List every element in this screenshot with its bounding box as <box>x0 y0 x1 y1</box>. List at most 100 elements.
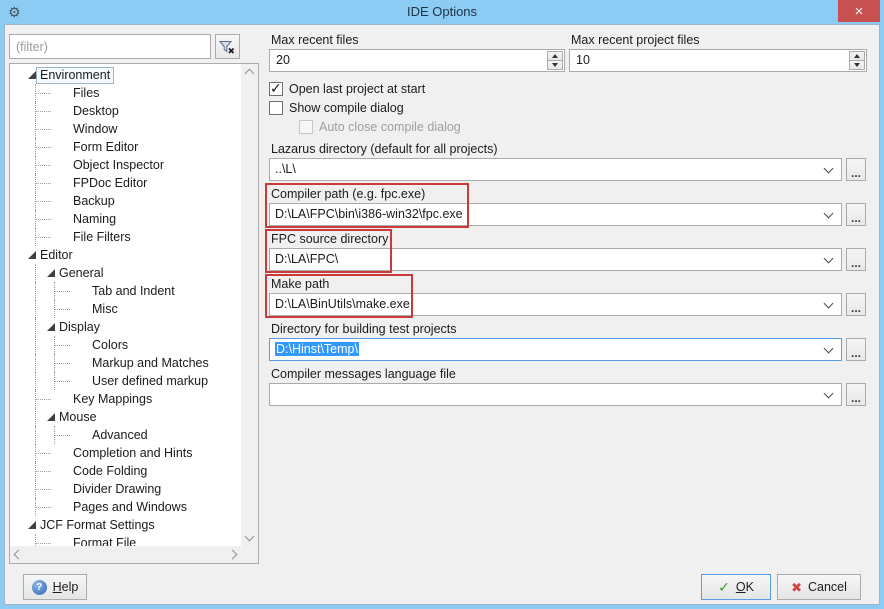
max-recent-project-files-value[interactable]: 10 <box>576 53 590 67</box>
tree-item[interactable]: Code Folding <box>10 462 241 480</box>
tree-item-label[interactable]: Mouse <box>59 409 100 425</box>
chevron-down-icon[interactable] <box>824 299 834 309</box>
max-recent-project-files-spinedit[interactable]: 10 <box>569 49 867 72</box>
combobox-value[interactable]: ..\L\ <box>275 162 296 176</box>
tree-item[interactable]: Editor <box>10 246 241 264</box>
tree-horizontal-scrollbar[interactable] <box>10 546 241 563</box>
chevron-down-icon[interactable] <box>824 389 834 399</box>
tree-item[interactable]: Format File <box>10 534 241 546</box>
tree-item-label[interactable]: Environment <box>36 67 114 84</box>
tree-item-label[interactable]: Naming <box>73 211 119 227</box>
scroll-left-icon[interactable] <box>14 550 24 560</box>
tree-item[interactable]: General <box>10 264 241 282</box>
tree-item-label[interactable]: Editor <box>40 247 76 263</box>
max-recent-files-value[interactable]: 20 <box>276 53 290 67</box>
tree-item-label[interactable]: Object Inspector <box>73 157 167 173</box>
titlebar[interactable]: ⚙ IDE Options × <box>0 0 884 24</box>
tree-item-label[interactable]: General <box>59 265 106 281</box>
tree-item[interactable]: FPDoc Editor <box>10 174 241 192</box>
combobox-value[interactable]: D:\LA\FPC\ <box>275 252 338 266</box>
tree-item[interactable]: JCF Format Settings <box>10 516 241 534</box>
lazarus-directory-combobox[interactable]: ..\L\ <box>269 158 842 181</box>
combobox-value[interactable]: D:\LA\FPC\bin\i386-win32\fpc.exe <box>275 207 463 221</box>
tree-item-label[interactable]: Advanced <box>92 427 151 443</box>
browse-button[interactable]: ... <box>846 158 866 181</box>
browse-button[interactable]: ... <box>846 293 866 316</box>
tree-item[interactable]: Colors <box>10 336 241 354</box>
tree-item-label[interactable]: Form Editor <box>73 139 141 155</box>
close-button[interactable]: × <box>838 0 880 22</box>
browse-button[interactable]: ... <box>846 203 866 226</box>
tree-item[interactable]: Window <box>10 120 241 138</box>
cancel-button[interactable]: ✖ Cancel <box>777 574 861 600</box>
tree-item[interactable]: Desktop <box>10 102 241 120</box>
open-last-project-checkbox-row[interactable]: Open last project at start <box>269 81 425 97</box>
spin-down-button[interactable] <box>849 60 865 70</box>
chevron-down-icon[interactable] <box>824 254 834 264</box>
tree-item-label[interactable]: Misc <box>92 301 121 317</box>
tree-item[interactable]: Object Inspector <box>10 156 241 174</box>
tree-item[interactable]: Key Mappings <box>10 390 241 408</box>
tree-item[interactable]: Pages and Windows <box>10 498 241 516</box>
tree-item-label[interactable]: Code Folding <box>73 463 150 479</box>
filter-input[interactable] <box>9 34 211 59</box>
tree-item[interactable]: Advanced <box>10 426 241 444</box>
browse-button[interactable]: ... <box>846 383 866 406</box>
tree-item[interactable]: Naming <box>10 210 241 228</box>
combobox-value[interactable]: D:\LA\BinUtils\make.exe <box>275 297 410 311</box>
tree-item-label[interactable]: Divider Drawing <box>73 481 164 497</box>
tree-item-label[interactable]: Key Mappings <box>73 391 155 407</box>
tree-expander-icon[interactable] <box>47 269 55 277</box>
make-path-combobox[interactable]: D:\LA\BinUtils\make.exe <box>269 293 842 316</box>
browse-button[interactable]: ... <box>846 248 866 271</box>
checkbox-unchecked-icon[interactable] <box>269 101 283 115</box>
show-compile-dialog-checkbox-row[interactable]: Show compile dialog <box>269 100 404 116</box>
tree-item[interactable]: Tab and Indent <box>10 282 241 300</box>
chevron-down-icon[interactable] <box>824 209 834 219</box>
tree-item-label[interactable]: User defined markup <box>92 373 211 389</box>
tree-item-label[interactable]: Tab and Indent <box>92 283 178 299</box>
compiler-path-combobox[interactable]: D:\LA\FPC\bin\i386-win32\fpc.exe <box>269 203 842 226</box>
tree-item[interactable]: Environment <box>10 66 241 84</box>
tree-item-label[interactable]: Completion and Hints <box>73 445 196 461</box>
scroll-up-icon[interactable] <box>245 69 255 79</box>
fpc-source-directory-combobox[interactable]: D:\LA\FPC\ <box>269 248 842 271</box>
max-recent-files-spinedit[interactable]: 20 <box>269 49 565 72</box>
chevron-down-icon[interactable] <box>824 344 834 354</box>
tree-item[interactable]: User defined markup <box>10 372 241 390</box>
tree-expander-icon[interactable] <box>47 323 55 331</box>
tree-expander-icon[interactable] <box>28 521 36 529</box>
tree-item-label[interactable]: Markup and Matches <box>92 355 212 371</box>
tree-item[interactable]: Divider Drawing <box>10 480 241 498</box>
tree-item-label[interactable]: FPDoc Editor <box>73 175 150 191</box>
tree-item-label[interactable]: Window <box>73 121 120 137</box>
tree-item[interactable]: Mouse <box>10 408 241 426</box>
tree-expander-icon[interactable] <box>47 413 55 421</box>
tree-item-label[interactable]: Pages and Windows <box>73 499 190 515</box>
tree-item[interactable]: Completion and Hints <box>10 444 241 462</box>
combobox-selected-value[interactable]: D:\Hinst\Temp\ <box>275 342 359 356</box>
tree-vertical-scrollbar[interactable] <box>241 64 258 546</box>
spin-down-button[interactable] <box>547 60 563 70</box>
tree-item[interactable]: Markup and Matches <box>10 354 241 372</box>
tree-item[interactable]: Display <box>10 318 241 336</box>
scroll-down-icon[interactable] <box>245 532 255 542</box>
tree-item-label[interactable]: JCF Format Settings <box>40 517 158 533</box>
tree-item-label[interactable]: Colors <box>92 337 131 353</box>
test-build-directory-combobox[interactable]: D:\Hinst\Temp\ <box>269 338 842 361</box>
tree-item[interactable]: File Filters <box>10 228 241 246</box>
browse-button[interactable]: ... <box>846 338 866 361</box>
tree-item-label[interactable]: Desktop <box>73 103 122 119</box>
ok-button[interactable]: ✓ OK <box>701 574 771 600</box>
tree-item-label[interactable]: Display <box>59 319 103 335</box>
tree-item-label[interactable]: Backup <box>73 193 118 209</box>
tree-item[interactable]: Files <box>10 84 241 102</box>
tree-expander-icon[interactable] <box>28 251 36 259</box>
tree-expander-icon[interactable] <box>28 71 36 79</box>
filter-clear-button[interactable] <box>215 34 240 59</box>
chevron-down-icon[interactable] <box>824 164 834 174</box>
compiler-messages-language-combobox[interactable] <box>269 383 842 406</box>
tree-item-label[interactable]: File Filters <box>73 229 134 245</box>
tree-item[interactable]: Backup <box>10 192 241 210</box>
help-button[interactable]: ? Help <box>23 574 87 600</box>
